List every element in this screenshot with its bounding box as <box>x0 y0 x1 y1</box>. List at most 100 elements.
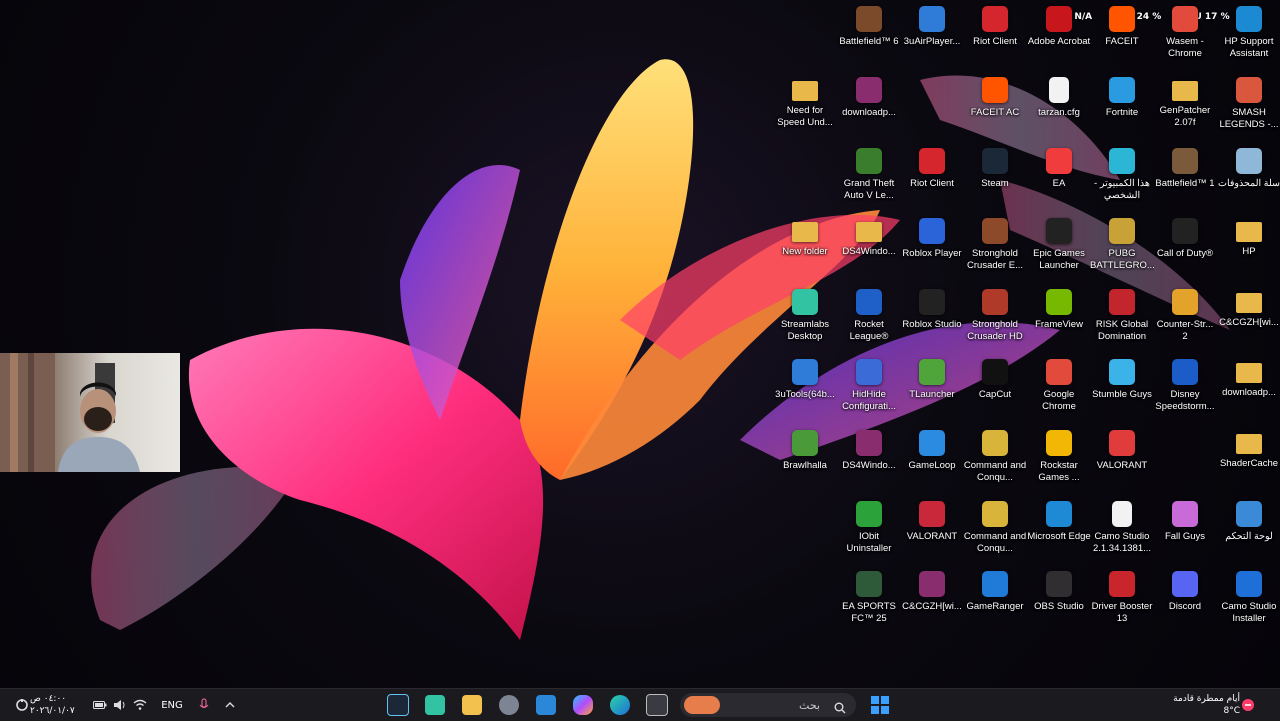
taskbar-streamlabs-icon[interactable] <box>420 689 450 721</box>
desktop-icon[interactable]: OBS Studio <box>1027 567 1091 633</box>
desktop-icon[interactable]: Stronghold Crusader E... <box>963 214 1027 280</box>
taskbar-copilot-icon[interactable] <box>568 689 598 721</box>
desktop-icon[interactable]: Stumble Guys <box>1090 355 1154 421</box>
desktop-icon[interactable]: سلة المحذوفات <box>1217 144 1280 210</box>
microphone-icon[interactable] <box>196 689 212 721</box>
taskbar-search[interactable]: بحث <box>678 689 858 721</box>
desktop-icon[interactable]: Camo Studio Installer <box>1217 567 1280 633</box>
desktop-icon[interactable]: 3uTools(64b... <box>773 355 837 421</box>
desktop-icon[interactable]: Steam <box>963 144 1027 210</box>
desktop-icon[interactable]: GameLoop <box>900 426 964 492</box>
desktop-icon[interactable]: EA <box>1027 144 1091 210</box>
desktop-icon[interactable]: Command and Conqu... <box>963 426 1027 492</box>
desktop-icon-label: Command and Conqu... <box>963 531 1027 554</box>
desktop-icon[interactable]: VALORANT <box>900 497 964 563</box>
desktop-icon[interactable]: VALORANT <box>1090 426 1154 492</box>
desktop-icon[interactable]: CapCut <box>963 355 1027 421</box>
desktop-icon[interactable]: RISK Global Domination <box>1090 285 1154 351</box>
desktop-icon[interactable]: FrameView <box>1027 285 1091 351</box>
desktop-icon[interactable]: Stronghold Crusader HD <box>963 285 1027 351</box>
desktop-icon[interactable]: Riot Client <box>900 144 964 210</box>
desktop-icon[interactable]: Rocket League® <box>837 285 901 351</box>
desktop-icon[interactable]: PUBG BATTLEGRO... <box>1090 214 1154 280</box>
desktop-icon[interactable]: HP <box>1217 214 1280 280</box>
desktop-icon[interactable]: tarzan.cfg <box>1027 73 1091 139</box>
desktop-icon[interactable]: Grand Theft Auto V Le... <box>837 144 901 210</box>
desktop-icon[interactable]: Discord <box>1153 567 1217 633</box>
desktop-icon-label: سلة المحذوفات <box>1218 178 1280 189</box>
desktop-icon-label: 3uAirPlayer... <box>903 36 961 47</box>
desktop-icon[interactable]: Roblox Player <box>900 214 964 280</box>
desktop-icon[interactable]: FACEIT <box>1090 2 1154 68</box>
taskbar-file-explorer-icon[interactable] <box>457 689 487 721</box>
desktop-icon[interactable]: downloadp... <box>837 73 901 139</box>
desktop-icon[interactable]: Need for Speed Und... <box>773 73 837 139</box>
input-language[interactable]: ENG <box>160 689 184 721</box>
battery-icon[interactable] <box>92 689 108 721</box>
desktop-icon[interactable]: Camo Studio 2.1.34.1381... <box>1090 497 1154 563</box>
taskbar-microsoft-store-icon[interactable] <box>531 689 561 721</box>
search-box[interactable]: بحث <box>680 693 856 717</box>
desktop-icon[interactable]: DS4Windo... <box>837 214 901 280</box>
taskbar-task-view-icon[interactable] <box>642 689 672 721</box>
desktop-icon-label: Roblox Studio <box>902 319 962 330</box>
desktop-icon[interactable]: FACEIT AC <box>963 73 1027 139</box>
desktop-icon[interactable]: GameRanger <box>963 567 1027 633</box>
ea-icon <box>1046 148 1072 174</box>
widgets-weather-alert-icon[interactable] <box>12 689 32 721</box>
desktop-icon[interactable]: Fortnite <box>1090 73 1154 139</box>
desktop-icon[interactable]: DS4Windo... <box>837 426 901 492</box>
winrar-icon <box>856 77 882 103</box>
desktop-icon[interactable]: New folder <box>773 214 837 280</box>
desktop-icon[interactable]: Rockstar Games ... <box>1027 426 1091 492</box>
desktop-icon[interactable]: Google Chrome <box>1027 355 1091 421</box>
desktop-icon[interactable]: لوحة التحكم <box>1217 497 1280 563</box>
start-icon[interactable] <box>865 689 895 721</box>
desktop-icon[interactable]: Command and Conqu... <box>963 497 1027 563</box>
desktop-icon[interactable]: C&CGZH[wi... <box>900 567 964 633</box>
desktop-icon[interactable]: TLauncher <box>900 355 964 421</box>
desktop-icon[interactable]: Adobe Acrobat <box>1027 2 1091 68</box>
wifi-icon[interactable] <box>132 689 148 721</box>
desktop-icon[interactable]: Wasem - Chrome <box>1153 2 1217 68</box>
desktop-icon[interactable]: هذا الكمبيوتر - الشخصي <box>1090 144 1154 210</box>
desktop-icon[interactable]: Driver Booster 13 <box>1090 567 1154 633</box>
desktop-icon[interactable]: Roblox Studio <box>900 285 964 351</box>
desktop-icon-label: OBS Studio <box>1034 601 1084 612</box>
desktop-icon[interactable]: ShaderCache <box>1217 426 1280 492</box>
volume-icon[interactable] <box>112 689 128 721</box>
desktop-icon[interactable]: HidHide Configurati... <box>837 355 901 421</box>
desktop-icon[interactable]: Riot Client <box>963 2 1027 68</box>
desktop-icon[interactable]: downloadp... <box>1217 355 1280 421</box>
desktop-icon[interactable]: Streamlabs Desktop <box>773 285 837 351</box>
desktop-icon[interactable]: GenPatcher 2.07f <box>1153 73 1217 139</box>
desktop-icon[interactable]: C&CGZH[wi... <box>1217 285 1280 351</box>
desktop-icon[interactable]: EA SPORTS FC™ 25 <box>837 567 901 633</box>
desktop-icon[interactable]: SMASH LEGENDS -... <box>1217 73 1280 139</box>
desktop-icon[interactable]: Fall Guys <box>1153 497 1217 563</box>
taskbar-steam-icon[interactable] <box>383 689 413 721</box>
desktop-icon[interactable]: IObit Uninstaller <box>837 497 901 563</box>
desktop-icon[interactable]: Brawlhalla <box>773 426 837 492</box>
folder-icon <box>1236 293 1262 313</box>
taskbar-edge-icon[interactable] <box>605 689 635 721</box>
chrome-icon <box>1172 6 1198 32</box>
desktop-icon[interactable]: Disney Speedstorm... <box>1153 355 1217 421</box>
desktop-icon[interactable]: Battlefield™ 1 <box>1153 144 1217 210</box>
desktop-icon[interactable]: Counter-Str... 2 <box>1153 285 1217 351</box>
desktop-icon[interactable]: HP Support Assistant <box>1217 2 1280 68</box>
system-clock[interactable]: ٠٤:٠٠ ص ٢٠٢٦/٠١/٠٧ <box>30 689 90 721</box>
desktop-icon[interactable]: Battlefield™ 6 <box>837 2 901 68</box>
hidden-icons-chevron-up-icon[interactable] <box>222 689 238 721</box>
weather-widget[interactable]: أيام ممطرة قادمة 8°C <box>1162 689 1280 721</box>
desktop-icon[interactable]: 3uAirPlayer... <box>900 2 964 68</box>
taskbar-settings-icon[interactable] <box>494 689 524 721</box>
desktop-icon-label: Epic Games Launcher <box>1033 248 1085 271</box>
desktop-icon[interactable]: Epic Games Launcher <box>1027 214 1091 280</box>
desktop-icon[interactable]: Microsoft Edge <box>1027 497 1091 563</box>
desktop-icon-label: Grand Theft Auto V Le... <box>843 178 895 201</box>
desktop-icon[interactable]: Call of Duty® <box>1153 214 1217 280</box>
desktop-icon-label: EA <box>1052 178 1066 189</box>
desktop-icon-label: Steam <box>981 178 1009 189</box>
battlefield-icon <box>1172 148 1198 174</box>
